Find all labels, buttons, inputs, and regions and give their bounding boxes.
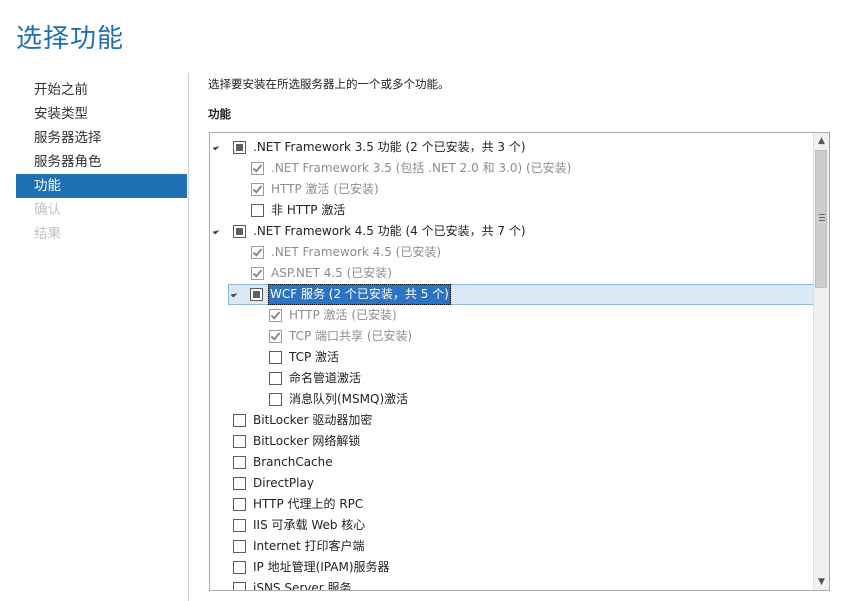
feature-label: ASP.NET 4.5 (已安装)	[271, 266, 392, 280]
feature-checkbox	[251, 183, 264, 196]
features-list: .NET Framework 3.5 功能 (2 个已安装，共 3 个) .NET…	[210, 137, 815, 591]
features-tree[interactable]: .NET Framework 3.5 功能 (2 个已安装，共 3 个) .NET…	[209, 132, 830, 591]
feature-row[interactable]: HTTP 激活 (已安装)	[210, 305, 815, 326]
feature-checkbox	[269, 309, 282, 322]
nav-item[interactable]: 服务器角色	[16, 150, 187, 174]
select-features-page: 选择功能 开始之前 安装类型 服务器选择 服务器角色 功能 确认 结果 选择要安装在所选服务…	[0, 0, 841, 601]
feature-label: Internet 打印客户端	[253, 539, 365, 553]
feature-label: TCP 激活	[289, 350, 340, 364]
feature-row[interactable]: WCF 服务 (2 个已安装，共 5 个)	[228, 284, 815, 305]
feature-checkbox[interactable]	[233, 477, 246, 490]
feature-checkbox[interactable]	[233, 456, 246, 469]
feature-label: TCP 端口共享 (已安装)	[289, 329, 413, 343]
feature-label: iSNS Server 服务	[253, 581, 352, 591]
feature-checkbox[interactable]	[233, 582, 246, 590]
feature-checkbox[interactable]	[250, 288, 263, 301]
feature-row[interactable]: DirectPlay	[210, 473, 815, 494]
feature-checkbox[interactable]	[233, 225, 246, 238]
page-title: 选择功能	[16, 24, 125, 54]
feature-checkbox[interactable]	[251, 204, 264, 217]
chevron-down-icon[interactable]: ▼	[814, 574, 829, 590]
nav-item[interactable]: 服务器选择	[16, 126, 187, 150]
feature-row[interactable]: TCP 激活	[210, 347, 815, 368]
feature-row[interactable]: .NET Framework 3.5 功能 (2 个已安装，共 3 个)	[210, 137, 815, 158]
expand-arrow-icon[interactable]	[212, 143, 220, 151]
feature-row[interactable]: Internet 打印客户端	[210, 536, 815, 557]
feature-label: IIS 可承载 Web 核心	[253, 518, 366, 532]
feature-checkbox[interactable]	[269, 372, 282, 385]
feature-row[interactable]: BitLocker 驱动器加密	[210, 410, 815, 431]
nav-item[interactable]: 开始之前	[16, 78, 187, 102]
feature-label: 非 HTTP 激活	[271, 203, 346, 217]
feature-label: .NET Framework 4.5 (已安装)	[271, 245, 442, 259]
wizard-nav: 开始之前 安装类型 服务器选择 服务器角色 功能确认结果	[16, 78, 187, 246]
feature-row[interactable]: 非 HTTP 激活	[210, 200, 815, 221]
nav-item[interactable]: 功能	[16, 174, 187, 198]
feature-row[interactable]: HTTP 代理上的 RPC	[210, 494, 815, 515]
nav-item: 结果	[34, 226, 61, 242]
feature-row[interactable]: .NET Framework 3.5 (包括 .NET 2.0 和 3.0) (…	[210, 158, 815, 179]
feature-label: 消息队列(MSMQ)激活	[289, 392, 409, 406]
feature-label: 命名管道激活	[289, 371, 362, 385]
feature-checkbox	[251, 162, 264, 175]
expand-arrow-icon[interactable]	[212, 227, 220, 235]
feature-checkbox	[269, 330, 282, 343]
feature-checkbox[interactable]	[233, 435, 246, 448]
feature-checkbox[interactable]	[233, 561, 246, 574]
feature-label: .NET Framework 3.5 (包括 .NET 2.0 和 3.0) (…	[271, 161, 572, 175]
expand-arrow-icon[interactable]	[230, 290, 238, 298]
feature-row[interactable]: 消息队列(MSMQ)激活	[210, 389, 815, 410]
feature-label: IP 地址管理(IPAM)服务器	[253, 560, 390, 574]
feature-row[interactable]: BitLocker 网络解锁	[210, 431, 815, 452]
feature-checkbox[interactable]	[233, 498, 246, 511]
feature-row[interactable]: HTTP 激活 (已安装)	[210, 179, 815, 200]
feature-row[interactable]: .NET Framework 4.5 功能 (4 个已安装，共 7 个)	[210, 221, 815, 242]
scroll-thumb[interactable]	[815, 150, 827, 288]
feature-checkbox[interactable]	[233, 519, 246, 532]
nav-divider	[188, 73, 189, 601]
feature-checkbox	[251, 267, 264, 280]
feature-row[interactable]: ASP.NET 4.5 (已安装)	[210, 263, 815, 284]
feature-label: BranchCache	[253, 455, 333, 469]
instruction-text: 选择要安装在所选服务器上的一个或多个功能。	[208, 77, 450, 91]
feature-label: WCF 服务 (2 个已安装，共 5 个)	[268, 284, 451, 305]
chevron-up-icon[interactable]: ▲	[814, 133, 829, 149]
feature-checkbox[interactable]	[233, 414, 246, 427]
features-section-label: 功能	[208, 107, 231, 121]
feature-label: HTTP 代理上的 RPC	[253, 497, 364, 511]
feature-label: HTTP 激活 (已安装)	[289, 308, 397, 322]
feature-row[interactable]: .NET Framework 4.5 (已安装)	[210, 242, 815, 263]
feature-row[interactable]: IIS 可承载 Web 核心	[210, 515, 815, 536]
grip-icon	[819, 214, 825, 221]
vertical-scrollbar[interactable]: ▲ ▼	[813, 133, 829, 590]
nav-item: 确认	[34, 202, 61, 218]
feature-checkbox[interactable]	[269, 351, 282, 364]
nav-item[interactable]: 安装类型	[16, 102, 187, 126]
feature-row[interactable]: BranchCache	[210, 452, 815, 473]
feature-row[interactable]: IP 地址管理(IPAM)服务器	[210, 557, 815, 578]
feature-label: BitLocker 网络解锁	[253, 434, 361, 448]
feature-label: BitLocker 驱动器加密	[253, 413, 373, 427]
feature-label: .NET Framework 4.5 功能 (4 个已安装，共 7 个)	[253, 224, 526, 238]
feature-checkbox[interactable]	[233, 540, 246, 553]
feature-row[interactable]: iSNS Server 服务	[210, 578, 815, 591]
feature-label: DirectPlay	[253, 476, 314, 490]
feature-label: .NET Framework 3.5 功能 (2 个已安装，共 3 个)	[253, 140, 526, 154]
feature-row[interactable]: 命名管道激活	[210, 368, 815, 389]
feature-label: HTTP 激活 (已安装)	[271, 182, 379, 196]
feature-checkbox[interactable]	[233, 141, 246, 154]
feature-checkbox[interactable]	[269, 393, 282, 406]
feature-checkbox	[251, 246, 264, 259]
feature-row[interactable]: TCP 端口共享 (已安装)	[210, 326, 815, 347]
